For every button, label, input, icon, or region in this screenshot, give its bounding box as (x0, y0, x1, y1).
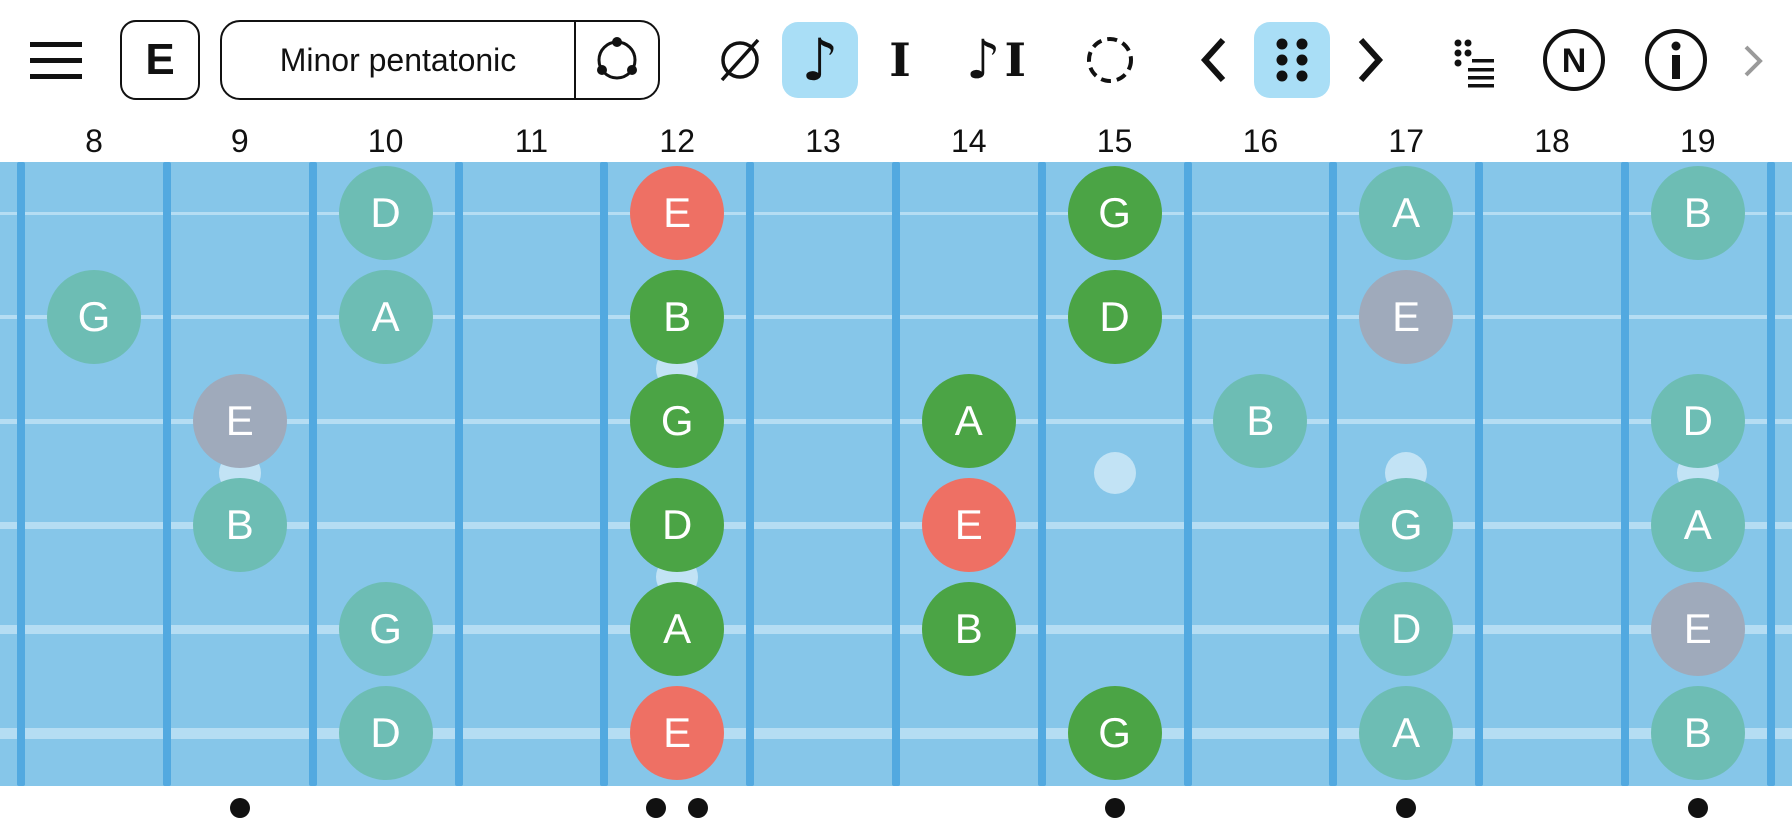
note-marker-b[interactable]: B (1213, 374, 1308, 468)
fretboard[interactable]: DEGABGABDEEGABDBDEGAGABDEDEGAB (0, 162, 1792, 786)
fret-number: 18 (1534, 123, 1570, 159)
fret-number: 13 (805, 123, 841, 159)
fret-number: 14 (951, 123, 987, 159)
note-marker-a[interactable]: A (338, 270, 433, 364)
fret-wire (746, 162, 755, 786)
chevron-right-icon (1358, 37, 1384, 83)
fret-wire (162, 162, 171, 786)
note-marker-a[interactable]: A (1359, 166, 1454, 260)
fret-position-dot (1687, 798, 1708, 818)
empty-set-icon (720, 38, 760, 82)
fret-number: 12 (659, 123, 695, 159)
dashed-circle-button[interactable] (1072, 22, 1148, 98)
note-marker-d[interactable]: D (630, 478, 725, 572)
note-marker-d[interactable]: D (1650, 374, 1745, 468)
note-marker-g[interactable]: G (630, 374, 725, 468)
fret-wire (1183, 162, 1192, 786)
note-marker-e[interactable]: E (1650, 582, 1745, 676)
fret-wire (891, 162, 900, 786)
note-names-button[interactable]: ♪ (782, 22, 858, 98)
note-marker-d[interactable]: D (338, 166, 433, 260)
key-button[interactable]: E (120, 20, 200, 100)
note-marker-a[interactable]: A (1650, 478, 1745, 572)
toolbar: E Minor pentatonic ♪ I ♪ I N (0, 0, 1792, 120)
fret-wire (1475, 162, 1484, 786)
dotted-list-icon (1454, 39, 1494, 88)
note-marker-g[interactable]: G (47, 270, 141, 364)
fret-position-dot (688, 798, 709, 818)
six-dots-icon (1276, 38, 1308, 82)
fret-inlay (1093, 452, 1136, 494)
note-marker-e[interactable]: E (630, 166, 725, 260)
fret-wire (17, 162, 26, 786)
info-icon (1645, 29, 1707, 91)
note-marker-a[interactable]: A (1359, 686, 1454, 780)
note-marker-b[interactable]: B (630, 270, 725, 364)
note-marker-d[interactable]: D (1359, 582, 1454, 676)
chevron-right-small-icon (1744, 45, 1763, 77)
svg-text:N: N (1562, 42, 1587, 80)
scale-name[interactable]: Minor pentatonic (222, 42, 574, 79)
interval-i-icon: I (1004, 33, 1026, 87)
fret-number: 17 (1388, 123, 1424, 159)
note-marker-a[interactable]: A (630, 582, 725, 676)
position-grid-button[interactable] (1254, 22, 1330, 98)
note-marker-b[interactable]: B (192, 478, 287, 572)
circle-n-icon: N (1543, 29, 1605, 91)
fret-number: 10 (367, 123, 404, 159)
note-marker-b[interactable]: B (1650, 166, 1745, 260)
fret-number: 15 (1096, 123, 1133, 159)
note-marker-e[interactable]: E (1359, 270, 1454, 364)
hamburger-menu-icon (30, 42, 82, 79)
more-button[interactable] (1730, 22, 1776, 98)
eighth-note-icon: ♪ (801, 26, 839, 94)
scale-selector[interactable]: Minor pentatonic (220, 20, 660, 100)
note-marker-e[interactable]: E (630, 686, 725, 780)
previous-position-button[interactable] (1178, 22, 1248, 98)
note-marker-b[interactable]: B (1650, 686, 1745, 780)
note-marker-b[interactable]: B (921, 582, 1016, 676)
fret-wire (454, 162, 463, 786)
fret-number: 11 (514, 123, 548, 159)
info-button[interactable] (1638, 22, 1714, 98)
scale-circle-button[interactable] (574, 22, 658, 98)
dashed-circle-icon (1087, 37, 1133, 83)
fret-wire (1329, 162, 1338, 786)
fret-position-dot (646, 798, 667, 818)
list-view-button[interactable] (1436, 22, 1512, 98)
note-marker-e[interactable]: E (192, 374, 287, 468)
note-marker-a[interactable]: A (921, 374, 1016, 468)
note-marker-g[interactable]: G (1067, 686, 1162, 780)
fret-wire (1037, 162, 1046, 786)
intervals-button[interactable]: I (862, 22, 938, 98)
notes-and-intervals-button[interactable]: ♪ I (948, 22, 1044, 98)
hide-notes-button[interactable] (702, 22, 778, 98)
fret-number: 9 (230, 123, 249, 159)
notation-button[interactable]: N (1536, 22, 1612, 98)
note-marker-e[interactable]: E (921, 478, 1016, 572)
fret-wire (1620, 162, 1629, 786)
fret-position-dot (229, 798, 250, 818)
note-marker-d[interactable]: D (1067, 270, 1162, 364)
fret-number: 19 (1680, 123, 1716, 159)
note-marker-g[interactable]: G (338, 582, 433, 676)
fret-position-dot (1104, 798, 1125, 818)
fret-wire (600, 162, 609, 786)
next-position-button[interactable] (1336, 22, 1406, 98)
fret-number: 8 (85, 123, 103, 159)
fret-number: 16 (1242, 123, 1279, 159)
interval-i-icon: I (889, 33, 911, 87)
chevron-left-icon (1200, 37, 1226, 83)
note-marker-g[interactable]: G (1359, 478, 1454, 572)
scale-circle-icon (597, 37, 637, 80)
note-marker-g[interactable]: G (1067, 166, 1162, 260)
eighth-note-icon: ♪ (966, 28, 1001, 91)
note-marker-d[interactable]: D (338, 686, 433, 780)
fret-wire (1766, 162, 1775, 786)
fret-wire (308, 162, 317, 786)
menu-button[interactable] (22, 30, 98, 90)
fret-position-dot (1396, 798, 1417, 818)
